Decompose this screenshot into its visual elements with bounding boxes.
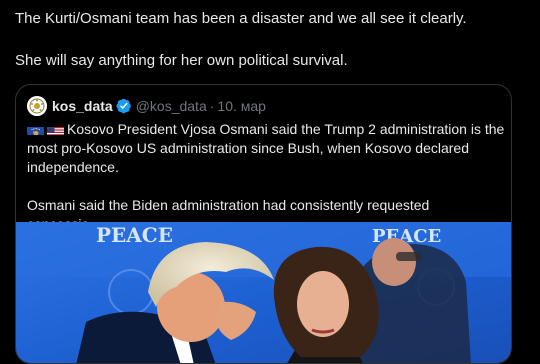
quoted-author-name[interactable]: kos_data: [52, 98, 113, 114]
us-flag-icon: [47, 124, 64, 135]
photo-image: PEACE PEACE: [16, 222, 511, 363]
quoted-paragraph-1: Kosovo President Vjosa Osmani said the T…: [27, 121, 505, 175]
kosovo-flag-icon: [27, 124, 44, 135]
quoted-tweet-header: kos_data @kos_data · 10. мар: [27, 95, 266, 117]
header-separator: ·: [209, 98, 215, 114]
kos-data-logo-icon[interactable]: [27, 96, 47, 116]
quoted-tweet-photo[interactable]: PEACE PEACE: [16, 222, 511, 363]
banner-text-left: PEACE: [96, 223, 173, 247]
quoted-tweet-body: Kosovo President Vjosa Osmani said the T…: [27, 120, 507, 234]
quoted-author-handle[interactable]: @kos_data: [136, 98, 207, 114]
verified-badge-icon: [116, 98, 131, 114]
quoted-tweet-card[interactable]: kos_data @kos_data · 10. мар Kosovo Pres…: [15, 84, 512, 364]
quoted-tweet-date[interactable]: 10. мар: [217, 98, 266, 114]
tweet-text-line-2: She will say anything for her own politi…: [15, 52, 348, 69]
tweet-text-line-1: The Kurti/Osmani team has been a disaste…: [15, 10, 467, 27]
